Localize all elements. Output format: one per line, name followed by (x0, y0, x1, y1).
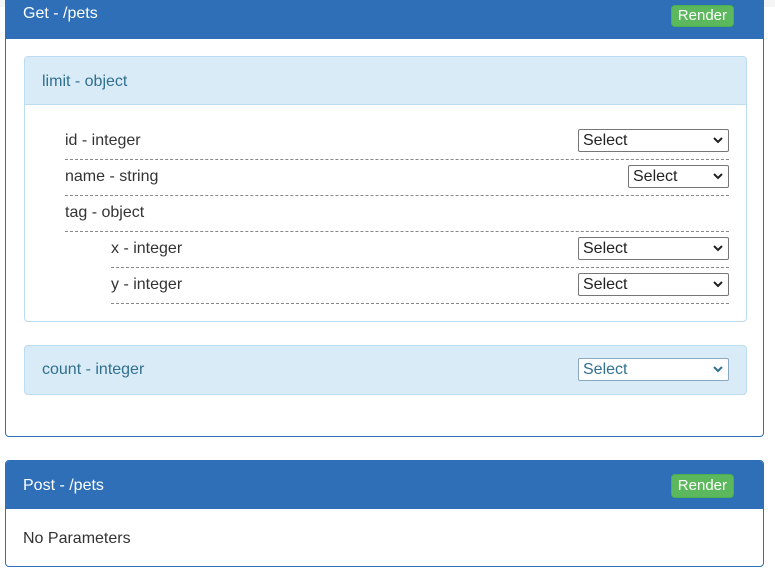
param-row-id: id - integer Select (65, 124, 729, 160)
chevron-down-icon (713, 281, 723, 288)
y-select-value: Select (583, 276, 628, 293)
chevron-down-icon (713, 366, 723, 373)
limit-param-title: limit - object (42, 73, 128, 90)
param-row-x: x - integer Select (111, 232, 729, 268)
get-pets-title: Get - /pets (23, 5, 98, 22)
chevron-down-icon (713, 173, 723, 180)
param-row-tag: tag - object (65, 196, 729, 232)
param-row-y: y - integer Select (111, 268, 729, 304)
count-select-value: Select (583, 361, 628, 378)
param-label-x: x - integer (111, 240, 183, 257)
post-pets-title: Post - /pets (23, 477, 104, 494)
limit-param-header: limit - object (25, 57, 746, 105)
get-pets-render-button[interactable]: Render (670, 5, 734, 27)
get-pets-panel-heading: Get - /pets Render (6, 0, 763, 39)
id-select-value: Select (583, 132, 628, 149)
param-label-tag: tag - object (65, 204, 145, 221)
count-param-box: count - integer Select (24, 345, 747, 395)
name-select[interactable]: Select (628, 165, 729, 188)
count-select[interactable]: Select (578, 358, 729, 381)
page: Get - /pets Render limit - object id - i… (0, 0, 775, 580)
no-parameters-text: No Parameters (23, 530, 131, 547)
id-select[interactable]: Select (578, 129, 729, 152)
limit-param-box: limit - object id - integer Select name … (24, 56, 747, 322)
param-label-id: id - integer (65, 132, 141, 149)
count-param-title: count - integer (42, 361, 145, 378)
post-pets-panel: Post - /pets Render No Parameters (5, 460, 764, 567)
post-pets-render-button[interactable]: Render (670, 474, 734, 498)
y-select[interactable]: Select (578, 273, 729, 296)
param-row-name: name - string Select (65, 160, 729, 196)
chevron-down-icon (713, 245, 723, 252)
post-pets-panel-heading: Post - /pets Render (6, 461, 763, 509)
x-select-value: Select (583, 240, 628, 257)
chevron-down-icon (713, 137, 723, 144)
name-select-value: Select (633, 168, 678, 185)
param-label-y: y - integer (111, 276, 183, 293)
param-label-name: name - string (65, 168, 159, 185)
get-pets-panel: Get - /pets Render limit - object id - i… (5, 0, 764, 437)
x-select[interactable]: Select (578, 237, 729, 260)
